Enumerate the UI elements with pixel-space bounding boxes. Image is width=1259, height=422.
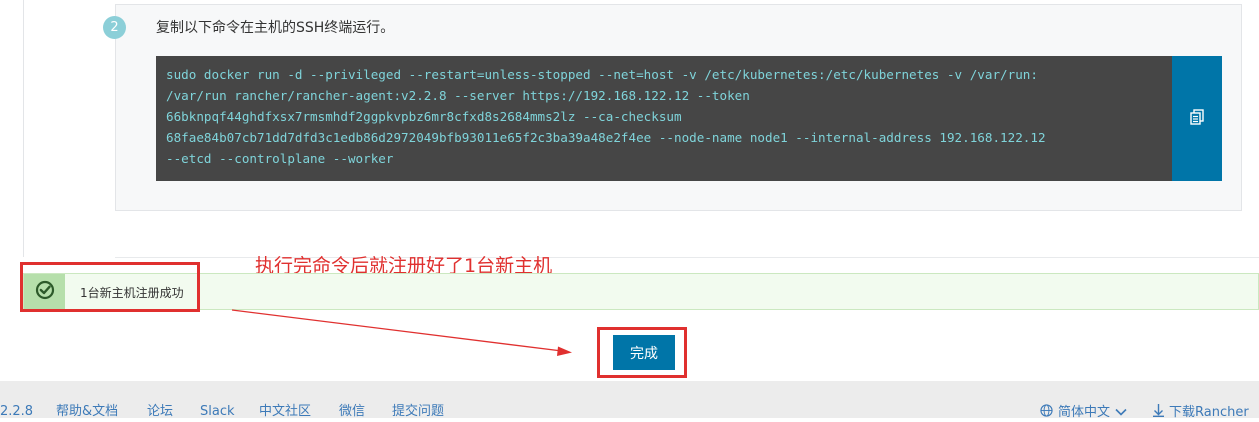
annotation-highlight-box xyxy=(597,327,687,378)
language-label: 简体中文 xyxy=(1058,405,1111,420)
language-selector[interactable]: 简体中文 xyxy=(1040,404,1127,422)
download-label: 下载Rancher xyxy=(1169,405,1249,420)
download-icon xyxy=(1153,404,1164,422)
download-rancher-link[interactable]: 下载Rancher xyxy=(1153,404,1249,422)
chevron-down-icon xyxy=(1115,405,1127,421)
globe-icon xyxy=(1040,404,1053,422)
